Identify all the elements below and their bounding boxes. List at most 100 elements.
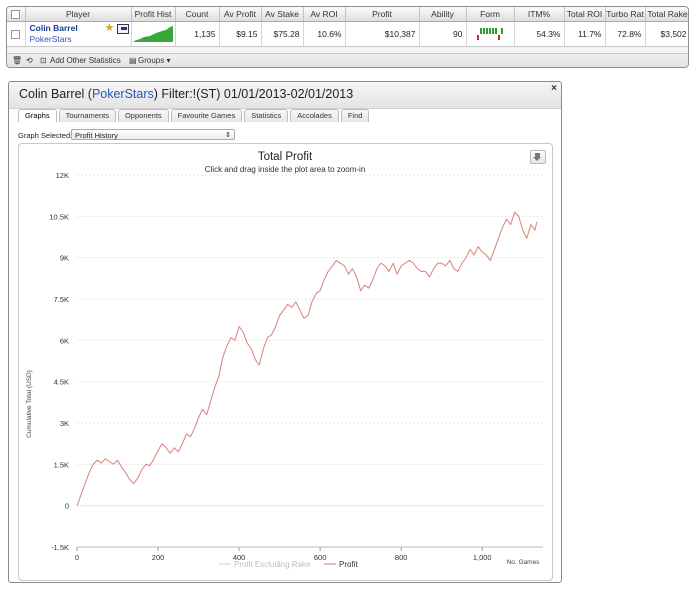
av-stake-cell: $75.28 [261, 21, 304, 47]
header-form[interactable]: Form [466, 7, 515, 22]
chart-grid [77, 174, 543, 548]
x-axis-label: No. Games [507, 559, 541, 566]
tab-opponents[interactable]: Opponents [117, 109, 169, 122]
player-name-link[interactable]: Colin Barrel [30, 23, 78, 33]
y-tick-label: 4.5K [54, 378, 69, 387]
header-itm[interactable]: ITM% [514, 7, 565, 22]
export-icon[interactable] [116, 24, 129, 34]
ability-cell: 90 [419, 21, 467, 47]
y-tick-label: 9K [60, 254, 69, 263]
refresh-icon[interactable]: ⟲ [26, 56, 33, 65]
player-site-link[interactable]: PokerStars [30, 34, 72, 44]
tab-find[interactable]: Find [340, 109, 370, 122]
form-cell [466, 21, 515, 47]
series-line-profit [76, 211, 538, 506]
dialog-tabs: Graphs Tournaments Opponents Favourite G… [18, 109, 370, 122]
y-tick-label: 10.5K [49, 212, 69, 221]
y-tick-label: 1.5K [54, 460, 69, 469]
form-bar [492, 28, 494, 34]
tab-accolades[interactable]: Accolades [290, 109, 339, 122]
select-all-checkbox[interactable] [11, 10, 21, 20]
download-icon[interactable] [530, 150, 546, 164]
chart-subtitle: Click and drag inside the plot area to z… [205, 165, 366, 174]
turbo-rat-cell: 72.8% [605, 21, 646, 47]
row-checkbox[interactable] [11, 30, 21, 40]
form-bar [480, 28, 482, 34]
tab-statistics[interactable]: Statistics [244, 109, 289, 122]
dialog-title: Colin Barrel (PokerStars) Filter:!(ST) 0… [19, 87, 353, 101]
profit-cell: $10,387 [345, 21, 420, 47]
add-stats-icon: ⊡ [40, 56, 47, 65]
dialog-title-filter: ) Filter:!(ST) 01/01/2013-02/01/2013 [153, 87, 354, 101]
graph-type-select[interactable]: Profit History ⇕ [71, 129, 235, 140]
itm-cell: 54.3% [514, 21, 565, 47]
row-select-cell[interactable] [7, 21, 26, 47]
header-av-stake[interactable]: Av Stake [261, 7, 304, 22]
profit-sparkline [133, 26, 173, 42]
header-select-all[interactable] [7, 7, 26, 22]
profit-hist-cell [131, 21, 176, 47]
tab-graphs[interactable]: Graphs [18, 109, 57, 122]
y-tick-label: -1.5K [51, 543, 69, 552]
total-rake-cell: $3,502 [645, 21, 688, 47]
header-total-rake[interactable]: Total Rake [645, 7, 688, 22]
dialog-title-site-link[interactable]: PokerStars [92, 87, 154, 101]
y-tick-label: 0 [65, 502, 69, 511]
groups-icon: ▤ [129, 56, 137, 65]
legend-profit[interactable]: Profit [339, 560, 358, 569]
dialog-header: Colin Barrel (PokerStars) Filter:!(ST) 0… [9, 82, 561, 109]
sparkline-area [133, 26, 173, 42]
add-other-statistics-button[interactable]: Add Other Statistics [50, 56, 121, 65]
graph-selected-label: Graph Selected: [18, 131, 73, 140]
graph-type-select-value: Profit History [75, 131, 118, 140]
form-bar [489, 28, 491, 34]
legend-profit-excluding-rake[interactable]: Profit Excluding Rake [234, 560, 311, 569]
x-tick-label: 1,000 [473, 553, 492, 562]
x-tick-label: 0 [75, 553, 79, 562]
x-tick-label: 600 [314, 553, 327, 562]
select-arrows-icon: ⇕ [225, 132, 231, 139]
y-axis-ticks: -1.5K 0 1.5K 3K 4.5K 6K 7.5K 9K 10.5K 12K [49, 171, 69, 552]
y-tick-label: 3K [60, 419, 69, 428]
y-tick-label: 7.5K [54, 295, 69, 304]
header-profit[interactable]: Profit [345, 7, 420, 22]
count-cell: 1,135 [175, 21, 220, 47]
y-tick-label: 6K [60, 336, 69, 345]
header-count[interactable]: Count [175, 7, 220, 22]
tab-favourite-games[interactable]: Favourite Games [170, 109, 243, 122]
y-tick-label: 12K [56, 171, 69, 180]
header-turbo-rat[interactable]: Turbo Rat [605, 7, 646, 22]
x-tick-label: 800 [395, 553, 408, 562]
header-profit-hist[interactable]: Profit Hist [131, 7, 176, 22]
table-row: Colin Barrel PokerStars ★ 1,135 $9.15 $7… [7, 21, 688, 47]
player-graph-dialog: Colin Barrel (PokerStars) Filter:!(ST) 0… [8, 81, 562, 583]
header-av-roi[interactable]: Av ROI [303, 7, 346, 22]
profit-chart[interactable]: Total Profit Click and drag inside the p… [19, 144, 552, 580]
dialog-title-player: Colin Barrel ( [19, 87, 92, 101]
av-profit-cell: $9.15 [219, 21, 262, 47]
x-tick-label: 200 [152, 553, 165, 562]
groups-dropdown[interactable]: Groups ▾ [138, 56, 170, 65]
chart-series [76, 211, 538, 506]
form-bar [486, 28, 488, 34]
header-av-profit[interactable]: Av Profit [219, 7, 262, 22]
y-axis-label: Cumulative Total (USD) [26, 370, 33, 438]
form-bar [483, 28, 485, 34]
form-bar [498, 35, 500, 40]
av-roi-cell: 10.6% [303, 21, 346, 47]
stats-toolbar: 🗑 ⟲ ⊡ Add Other Statistics ▤ Groups ▾ [7, 53, 688, 67]
player-stats-table: Player Profit Hist Count Av Profit Av St… [7, 7, 688, 47]
star-icon[interactable]: ★ [105, 23, 115, 34]
close-icon[interactable]: × [551, 83, 557, 94]
player-cell: Colin Barrel PokerStars ★ [25, 21, 132, 47]
player-stats-panel: Player Profit Hist Count Av Profit Av St… [6, 6, 689, 68]
trash-icon[interactable]: 🗑 [12, 56, 22, 65]
form-bar [477, 35, 479, 40]
chart-title: Total Profit [258, 151, 313, 163]
form-bar [495, 28, 497, 34]
header-ability[interactable]: Ability [419, 7, 467, 22]
tab-tournaments[interactable]: Tournaments [58, 109, 116, 122]
header-total-roi[interactable]: Total ROI [564, 7, 606, 22]
header-player[interactable]: Player [25, 7, 132, 22]
form-indicator [477, 27, 503, 41]
